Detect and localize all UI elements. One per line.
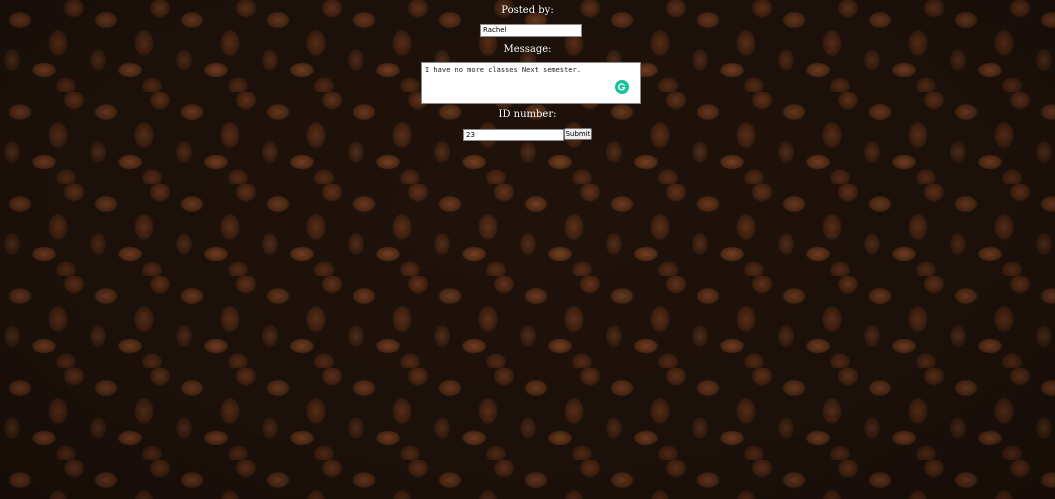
posted-by-label: Posted by: (501, 5, 554, 16)
name-field[interactable]: Rachel (480, 24, 582, 37)
message-textarea[interactable]: I have no more classes Next semester. (421, 62, 641, 104)
post-form: Posted by: Rachel Message: I have no mor… (0, 0, 1055, 150)
id-number-label: ID number: (498, 109, 557, 120)
submit-button[interactable]: Submit (564, 128, 592, 140)
message-label: Message: (503, 44, 552, 55)
grammarly-glyph-icon (618, 83, 626, 91)
id-number-field[interactable]: 23 (463, 129, 564, 141)
grammarly-icon[interactable] (615, 80, 629, 94)
